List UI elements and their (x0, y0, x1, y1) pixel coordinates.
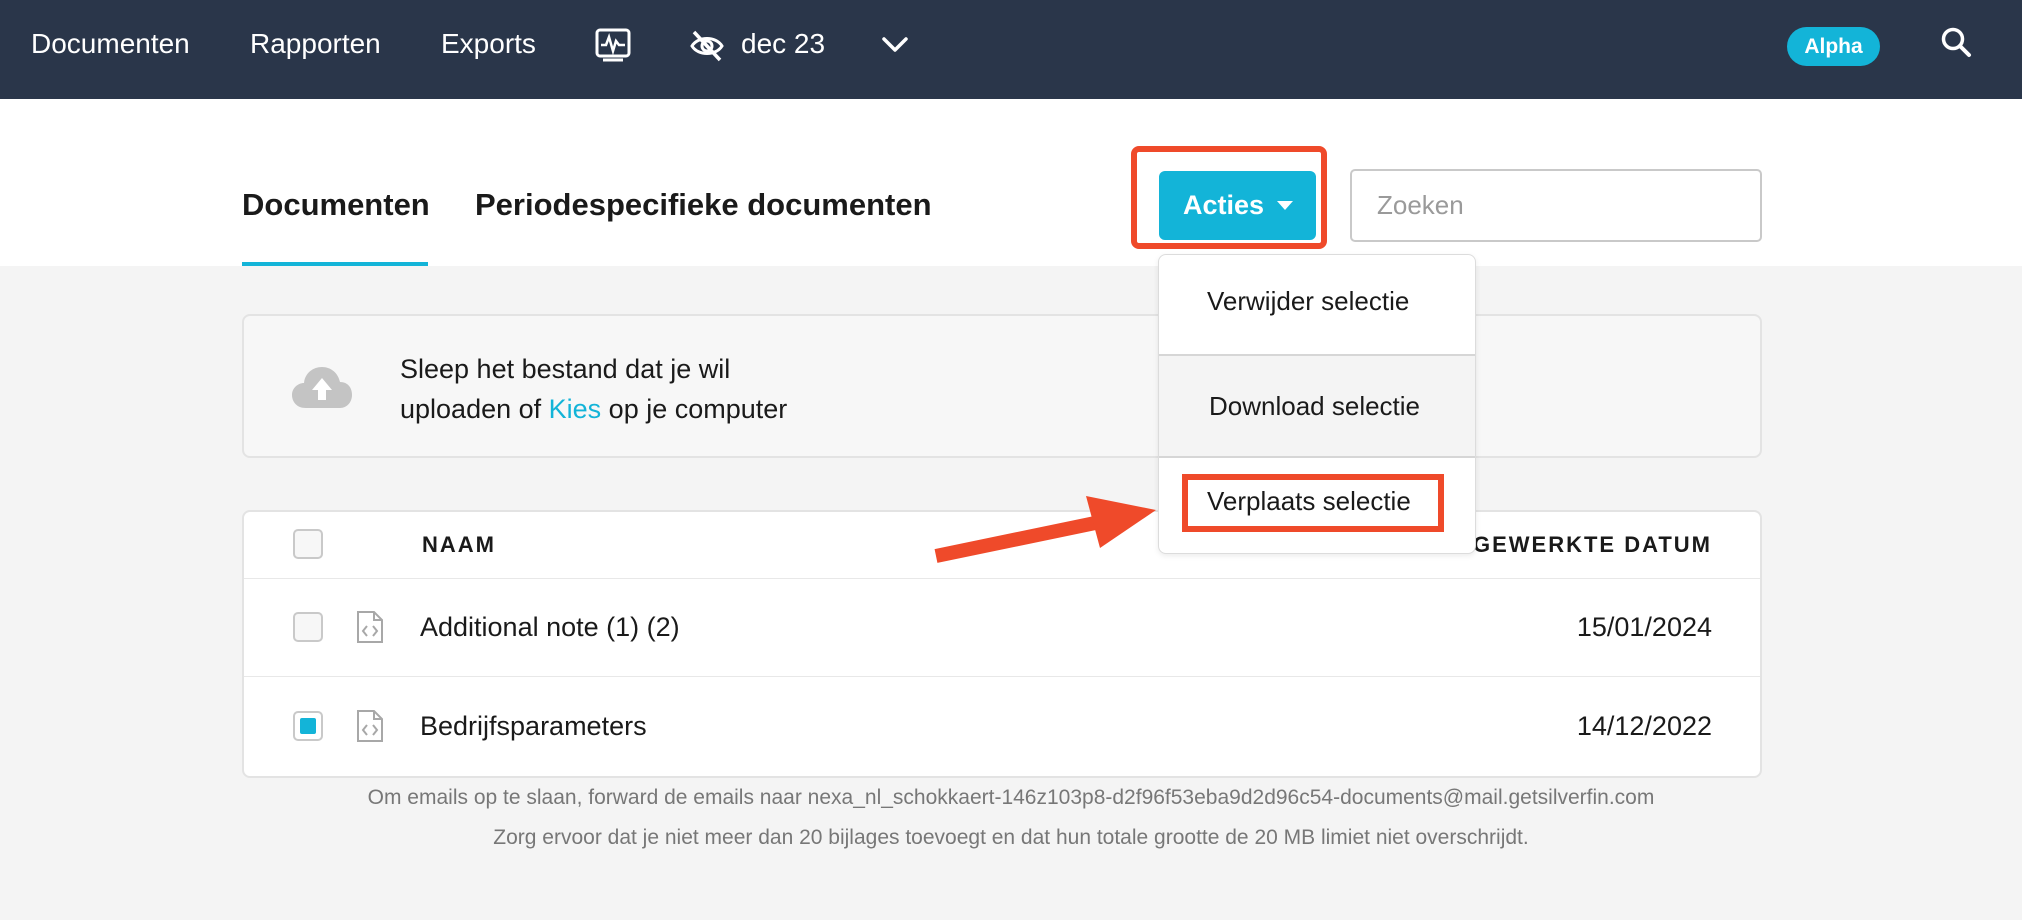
active-tab-indicator (242, 262, 428, 266)
document-name[interactable]: Additional note (1) (2) (420, 610, 680, 644)
search-input[interactable]: Zoeken (1350, 169, 1762, 242)
annotation-arrow-icon (930, 496, 1160, 571)
tab-periodespecifieke-documenten[interactable]: Periodespecifieke documenten (475, 186, 932, 224)
nav-exports[interactable]: Exports (441, 26, 536, 62)
search-icon[interactable] (1940, 26, 1972, 63)
caret-down-icon (1277, 201, 1293, 210)
chevron-down-icon[interactable] (880, 34, 910, 61)
code-file-icon (356, 610, 384, 649)
column-header-date[interactable]: UGEWERKTE DATUM (1455, 530, 1712, 560)
document-date: 14/12/2022 (1576, 711, 1712, 741)
acties-button-label: Acties (1183, 190, 1265, 220)
email-forward-info: Om emails op te slaan, forward de emails… (367, 786, 1655, 809)
menu-item-download-selectie[interactable]: Download selectie (1159, 354, 1475, 458)
environment-badge: Alpha (1787, 27, 1880, 66)
document-date: 15/01/2024 (1576, 612, 1712, 642)
column-header-name[interactable]: NAAM (422, 530, 496, 560)
eye-off-icon[interactable] (689, 29, 725, 68)
period-selector[interactable]: dec 23 (741, 26, 825, 62)
upload-instruction-line2: uploaden of Kies op je computer (400, 392, 787, 426)
annotation-highlight-verplaats (1182, 474, 1444, 532)
upload-instruction-line1: Sleep het bestand dat je wil (400, 354, 731, 384)
upload-text-prefix: uploaden of (400, 394, 549, 424)
nav-documenten[interactable]: Documenten (31, 26, 190, 62)
tab-documenten[interactable]: Documenten (242, 186, 430, 224)
nav-rapporten[interactable]: Rapporten (250, 26, 381, 62)
code-file-icon (356, 709, 384, 748)
row-checkbox[interactable] (293, 711, 323, 741)
top-navigation: Documenten Rapporten Exports dec 23 Alph… (0, 0, 2022, 99)
row-divider (244, 578, 1760, 579)
cloud-upload-icon (290, 364, 354, 415)
attachment-limit-info: Zorg ervoor dat je niet meer dan 20 bijl… (493, 826, 1529, 849)
upload-text-suffix: op je computer (601, 394, 788, 424)
acties-button[interactable]: Acties (1159, 171, 1316, 240)
menu-item-verwijder-selectie[interactable]: Verwijder selectie (1159, 285, 1475, 317)
activity-monitor-icon[interactable] (595, 27, 631, 68)
kies-link[interactable]: Kies (549, 394, 602, 424)
row-checkbox[interactable] (293, 612, 323, 642)
document-name[interactable]: Bedrijfsparameters (420, 709, 647, 743)
select-all-checkbox[interactable] (293, 529, 323, 559)
row-divider (244, 676, 1760, 677)
upload-dropzone[interactable] (242, 314, 1762, 458)
